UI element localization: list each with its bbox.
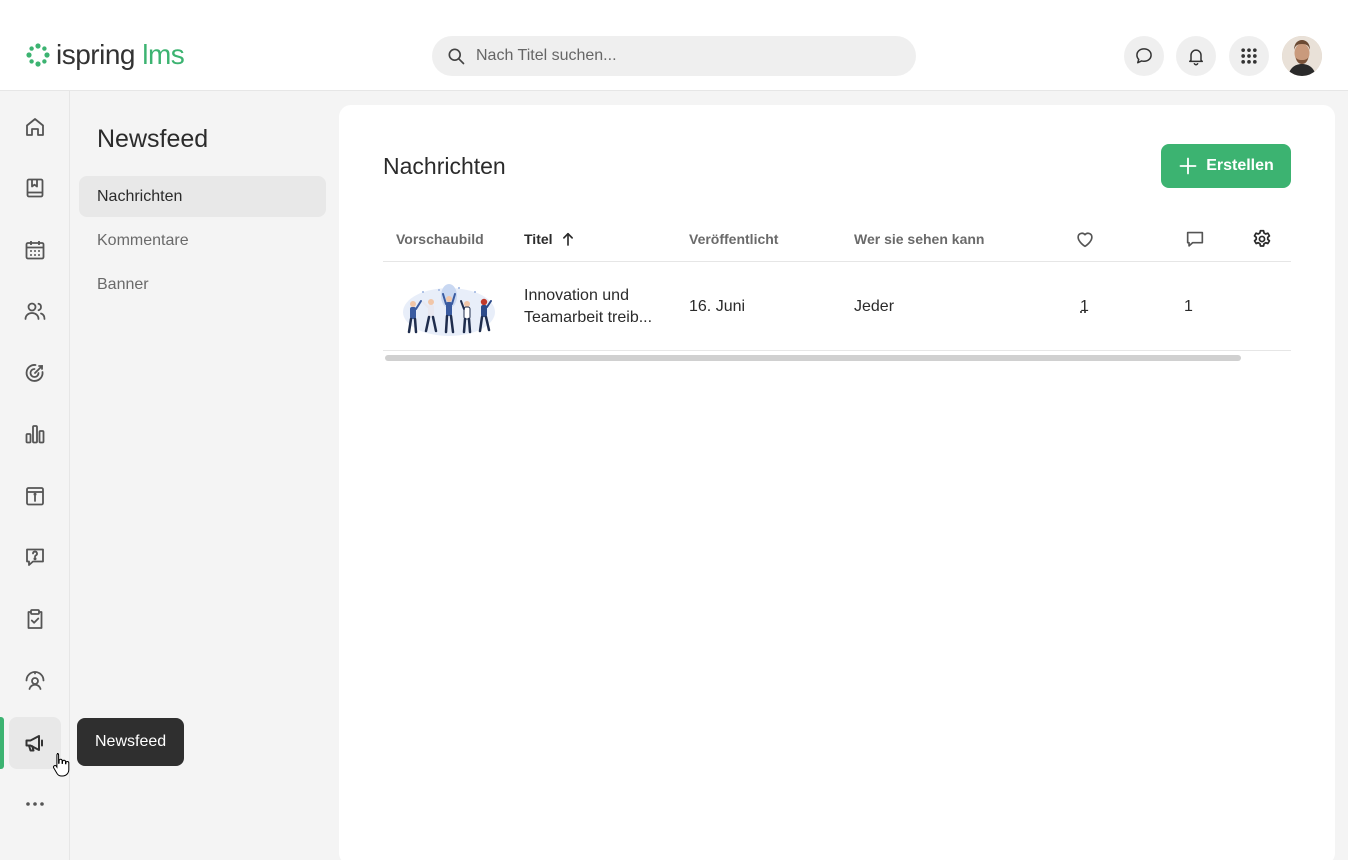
nav-performance[interactable] bbox=[9, 654, 61, 706]
info-book-icon bbox=[23, 484, 47, 508]
news-thumbnail-image bbox=[399, 282, 499, 338]
nav-calendar[interactable] bbox=[9, 224, 61, 276]
page-title: Nachrichten bbox=[383, 153, 506, 180]
user-avatar[interactable] bbox=[1282, 36, 1322, 76]
row-comments-count: 1 bbox=[1184, 262, 1193, 351]
subnav-title: Newsfeed bbox=[97, 125, 208, 154]
search-input[interactable] bbox=[476, 47, 876, 65]
home-icon bbox=[23, 115, 47, 139]
column-header-likes[interactable] bbox=[1074, 217, 1096, 261]
help-chat-icon bbox=[23, 545, 47, 569]
hand-cursor-icon bbox=[52, 752, 70, 778]
apps-grid-icon bbox=[1239, 46, 1259, 66]
row-title[interactable]: Innovation und Teamarbeit treib... bbox=[524, 262, 674, 351]
chat-button[interactable] bbox=[1124, 36, 1164, 76]
nav-assignments[interactable] bbox=[9, 593, 61, 645]
column-header-audience[interactable]: Wer sie sehen kann bbox=[854, 217, 984, 261]
create-button[interactable]: Erstellen bbox=[1161, 144, 1291, 188]
book-icon bbox=[23, 176, 47, 200]
table-header: Vorschaubild Titel Veröffentlicht Wer si… bbox=[383, 217, 1291, 262]
subnav-item-nachrichten[interactable]: Nachrichten bbox=[79, 176, 326, 217]
nav-more[interactable] bbox=[9, 778, 61, 830]
nav-users[interactable] bbox=[9, 285, 61, 337]
column-header-comments[interactable] bbox=[1184, 217, 1206, 261]
search-icon bbox=[446, 46, 466, 66]
column-header-published[interactable]: Veröffentlicht bbox=[689, 217, 778, 261]
target-icon bbox=[23, 361, 47, 385]
nav-goals[interactable] bbox=[9, 347, 61, 399]
megaphone-icon bbox=[23, 731, 47, 755]
user-gauge-icon bbox=[23, 668, 47, 692]
clipboard-check-icon bbox=[23, 607, 47, 631]
table-row[interactable]: Innovation und Teamarbeit treib... 16. J… bbox=[383, 262, 1291, 351]
users-icon bbox=[23, 299, 47, 323]
column-header-title[interactable]: Titel bbox=[524, 217, 577, 261]
top-header: ispring lms bbox=[0, 0, 1348, 91]
active-nav-indicator bbox=[0, 717, 4, 769]
row-audience: Jeder bbox=[854, 262, 894, 351]
news-list-card: Nachrichten Erstellen Vorschaubild Titel… bbox=[339, 105, 1335, 860]
row-likes-count[interactable]: 1 bbox=[1080, 262, 1089, 351]
bar-chart-icon bbox=[23, 422, 47, 446]
more-icon bbox=[23, 792, 47, 816]
plus-icon bbox=[1178, 156, 1198, 176]
table-settings-button[interactable] bbox=[1251, 217, 1273, 261]
ispring-logo[interactable]: ispring lms bbox=[26, 38, 184, 72]
comment-icon bbox=[1184, 228, 1206, 250]
nav-help[interactable] bbox=[9, 531, 61, 583]
create-button-label: Erstellen bbox=[1206, 157, 1274, 175]
chat-icon bbox=[1134, 46, 1154, 66]
newsfeed-tooltip: Newsfeed bbox=[77, 718, 184, 766]
calendar-icon bbox=[23, 238, 47, 262]
avatar-image bbox=[1282, 36, 1322, 76]
sort-ascending-icon bbox=[559, 230, 577, 248]
nav-content[interactable] bbox=[9, 162, 61, 214]
logo-text-ispring: ispring bbox=[56, 39, 135, 70]
subnav-item-kommentare[interactable]: Kommentare bbox=[79, 220, 326, 261]
column-header-preview: Vorschaubild bbox=[396, 217, 484, 261]
subnav-item-banner[interactable]: Banner bbox=[79, 264, 326, 305]
apps-button[interactable] bbox=[1229, 36, 1269, 76]
heart-icon bbox=[1074, 228, 1096, 250]
nav-reports[interactable] bbox=[9, 408, 61, 460]
left-nav-rail bbox=[0, 91, 70, 860]
logo-text-lms: lms bbox=[135, 39, 184, 70]
nav-knowledge[interactable] bbox=[9, 470, 61, 522]
row-published: 16. Juni bbox=[689, 262, 745, 351]
bell-icon bbox=[1186, 46, 1206, 66]
logo-mark-icon bbox=[26, 43, 50, 67]
notifications-button[interactable] bbox=[1176, 36, 1216, 76]
nav-home[interactable] bbox=[9, 101, 61, 153]
column-header-title-label: Titel bbox=[524, 231, 553, 247]
horizontal-scrollbar[interactable] bbox=[385, 355, 1241, 361]
gear-icon bbox=[1251, 228, 1273, 250]
search-bar[interactable] bbox=[432, 36, 916, 76]
